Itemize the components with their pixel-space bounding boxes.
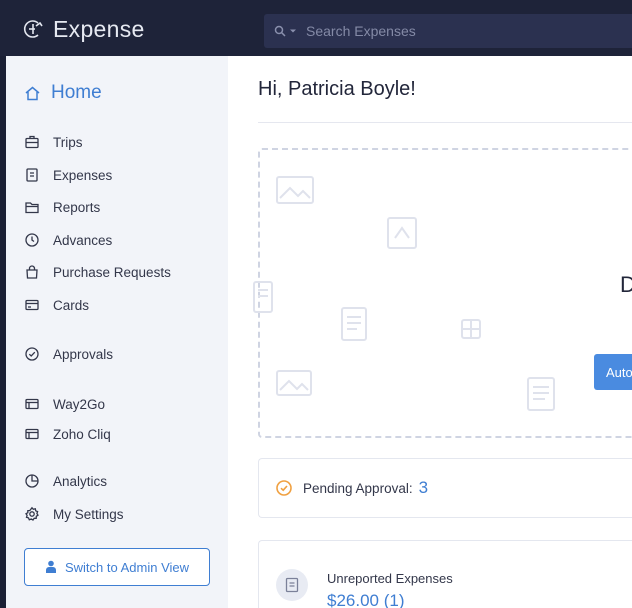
home-icon [25,86,40,100]
sidebar-item-trips[interactable]: Trips [24,132,83,152]
window-icon [25,428,39,440]
window-icon [25,398,39,410]
receipt-icon [285,577,299,593]
search-bar [264,14,632,48]
receipt-icon [527,377,555,411]
sidebar-item-analytics[interactable]: Analytics [24,471,107,491]
search-icon [274,25,286,37]
sidebar-item-label: Analytics [53,473,108,489]
unreported-expenses-amount[interactable]: $26.00 (1) [327,591,405,608]
sidebar-item-reports[interactable]: Reports [24,197,100,217]
document-icon [387,217,417,249]
search-input[interactable] [306,16,606,46]
top-bar: Expense [0,0,632,56]
sidebar-item-label: Approvals [53,346,114,362]
unreported-expenses-card[interactable]: Unreported Expenses $26.00 (1) [258,540,632,608]
folder-icon [25,202,39,214]
clock-check-icon [276,480,292,496]
sidebar-item-label: Zoho Cliq [53,426,111,442]
app-name: Expense [53,15,145,42]
sidebar-item-advances[interactable]: Advances [24,230,112,250]
clock-icon [25,233,39,247]
sidebar-item-expenses[interactable]: Expenses [24,165,112,185]
sidebar-item-my-settings[interactable]: My Settings [24,504,124,524]
sidebar-item-cards[interactable]: Cards [24,295,89,315]
unreported-icon-wrap [276,569,308,601]
pending-approval-label: Pending Approval: [303,480,413,496]
person-icon [45,560,56,573]
search-filter-dropdown[interactable] [264,25,306,37]
sidebar: Home Trips Expenses Reports Advances Pur… [6,56,228,608]
card-icon [25,299,39,311]
dropzone-heading: D [620,272,632,297]
image-icon [276,176,314,204]
unreported-expenses-label: Unreported Expenses [327,571,453,586]
receipt-icon [26,168,38,182]
pending-approval-card[interactable]: Pending Approval: 3 [258,458,632,518]
app-brand[interactable]: Expense [22,14,145,44]
sidebar-item-label: Home [51,82,102,103]
bag-icon [26,265,38,279]
sidebar-item-label: Cards [53,297,90,313]
sidebar-item-label: My Settings [53,506,124,522]
sidebar-item-label: Trips [53,134,83,150]
gear-icon [25,506,39,521]
document-icon [253,281,273,313]
chevron-down-icon [290,29,296,33]
sidebar-item-home[interactable]: Home [24,82,102,104]
check-circle-icon [25,347,39,361]
main-content: Hi, Patricia Boyle! D Auto Pending Appro… [228,56,632,608]
sidebar-item-label: Reports [53,199,101,215]
receipt-icon [341,307,367,341]
sidebar-item-label: Expenses [53,167,113,183]
sidebar-item-label: Purchase Requests [53,264,171,280]
sidebar-item-label: Way2Go [53,396,106,412]
image-icon [276,370,312,396]
sidebar-item-label: Advances [53,232,113,248]
switch-to-admin-view-button[interactable]: Switch to Admin View [24,548,210,586]
briefcase-icon [25,135,39,149]
sidebar-item-approvals[interactable]: Approvals [24,344,113,364]
page-title: Hi, Patricia Boyle! [258,78,416,100]
pie-chart-icon [25,474,39,488]
sidebar-item-way2go[interactable]: Way2Go [24,394,105,414]
autoscan-button[interactable]: Auto [594,354,632,390]
grid-icon [461,319,481,339]
sidebar-item-purchase-requests[interactable]: Purchase Requests [24,262,171,282]
divider [258,122,632,123]
pending-approval-count[interactable]: 3 [419,478,428,498]
expense-logo-icon [23,20,43,38]
receipt-dropzone[interactable]: D Auto [253,148,632,438]
sidebar-item-zoho-cliq[interactable]: Zoho Cliq [24,424,111,444]
admin-button-label: Switch to Admin View [64,559,190,575]
